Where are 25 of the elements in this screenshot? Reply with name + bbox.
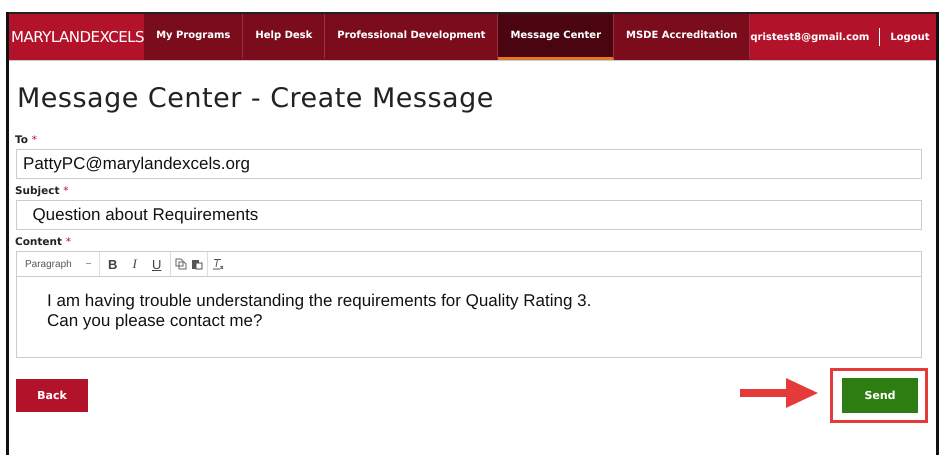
back-button[interactable]: Back: [16, 379, 88, 412]
required-mark: *: [66, 236, 71, 248]
send-button[interactable]: Send: [842, 378, 918, 413]
content-editor[interactable]: Paragraph B I U I am having trouble understanding the requirements for Quality Rating 3. Can you please contact me?: [16, 251, 922, 358]
underline-button[interactable]: U: [148, 256, 166, 272]
logout-link[interactable]: Logout: [890, 32, 930, 42]
format-dropdown[interactable]: Paragraph: [25, 258, 72, 270]
bold-button[interactable]: B: [104, 256, 122, 272]
input-field[interactable]: Question about Requirements: [16, 200, 922, 230]
page-title: Message Center - Create Message: [17, 83, 495, 114]
paste-icon[interactable]: [190, 258, 203, 270]
caret-icon[interactable]: [86, 263, 91, 265]
user-email: qristest8@gmail.com: [750, 32, 870, 42]
nav-tab[interactable]: Message Center: [498, 14, 614, 60]
message-text: I am having trouble understanding the requirements for Quality Rating 3. Can you please contact me?: [46, 290, 592, 332]
logo[interactable]: MARYLANDEXCELS: [9, 14, 144, 60]
field-label: To: [15, 134, 28, 146]
field-label: Subject: [15, 185, 60, 197]
copy-icon[interactable]: [174, 258, 187, 270]
field-label: Content: [15, 236, 62, 248]
input-field[interactable]: PattyPC@marylandexcels.org: [16, 149, 922, 179]
italic-button[interactable]: I: [126, 256, 144, 272]
clear-format-icon[interactable]: [212, 258, 224, 270]
required-mark: *: [63, 185, 68, 197]
required-mark: *: [32, 134, 37, 146]
